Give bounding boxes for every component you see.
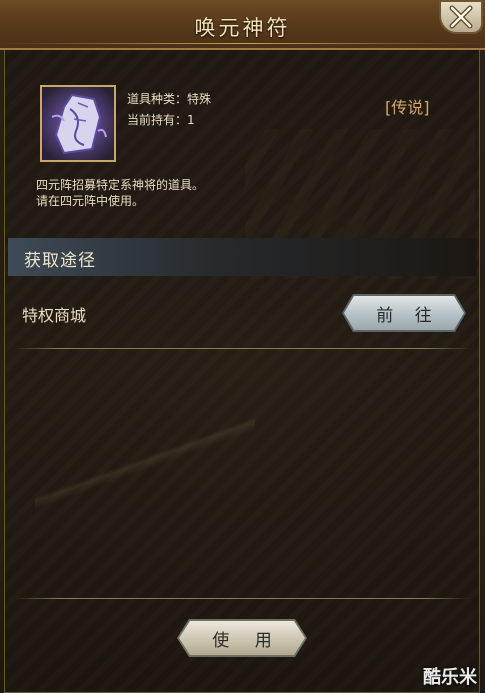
item-detail-panel: 唤元神符 道具种类：特殊 当前持有：1 [传说] 四元阵招募特定系神将的道具。 … bbox=[0, 0, 485, 693]
rarity-badge: [传说] bbox=[385, 98, 430, 117]
talisman-scroll-icon bbox=[42, 87, 114, 160]
source-label-shop: 特权商城 bbox=[22, 306, 87, 325]
item-description-line-2: 请在四元阵中使用。 bbox=[36, 194, 145, 208]
window-title: 唤元神符 bbox=[194, 16, 291, 40]
source-divider bbox=[14, 348, 470, 349]
item-owned-text: 当前持有：1 bbox=[127, 113, 195, 127]
use-button[interactable]: 使 用 bbox=[179, 621, 305, 655]
close-icon bbox=[449, 5, 473, 29]
title-bar: 唤元神符 bbox=[0, 0, 485, 50]
goto-button[interactable]: 前 往 bbox=[344, 296, 464, 330]
item-description-line-1: 四元阵招募特定系神将的道具。 bbox=[36, 178, 205, 192]
site-watermark: 酷乐米 bbox=[423, 667, 477, 688]
close-button[interactable] bbox=[439, 0, 483, 34]
item-type-text: 道具种类：特殊 bbox=[127, 92, 212, 106]
footer-divider bbox=[14, 598, 470, 599]
background-brush-decoration bbox=[35, 409, 255, 549]
item-icon-frame bbox=[40, 85, 116, 162]
acquire-section-title: 获取途径 bbox=[24, 251, 96, 271]
acquire-section-header: 获取途径 bbox=[8, 238, 476, 276]
